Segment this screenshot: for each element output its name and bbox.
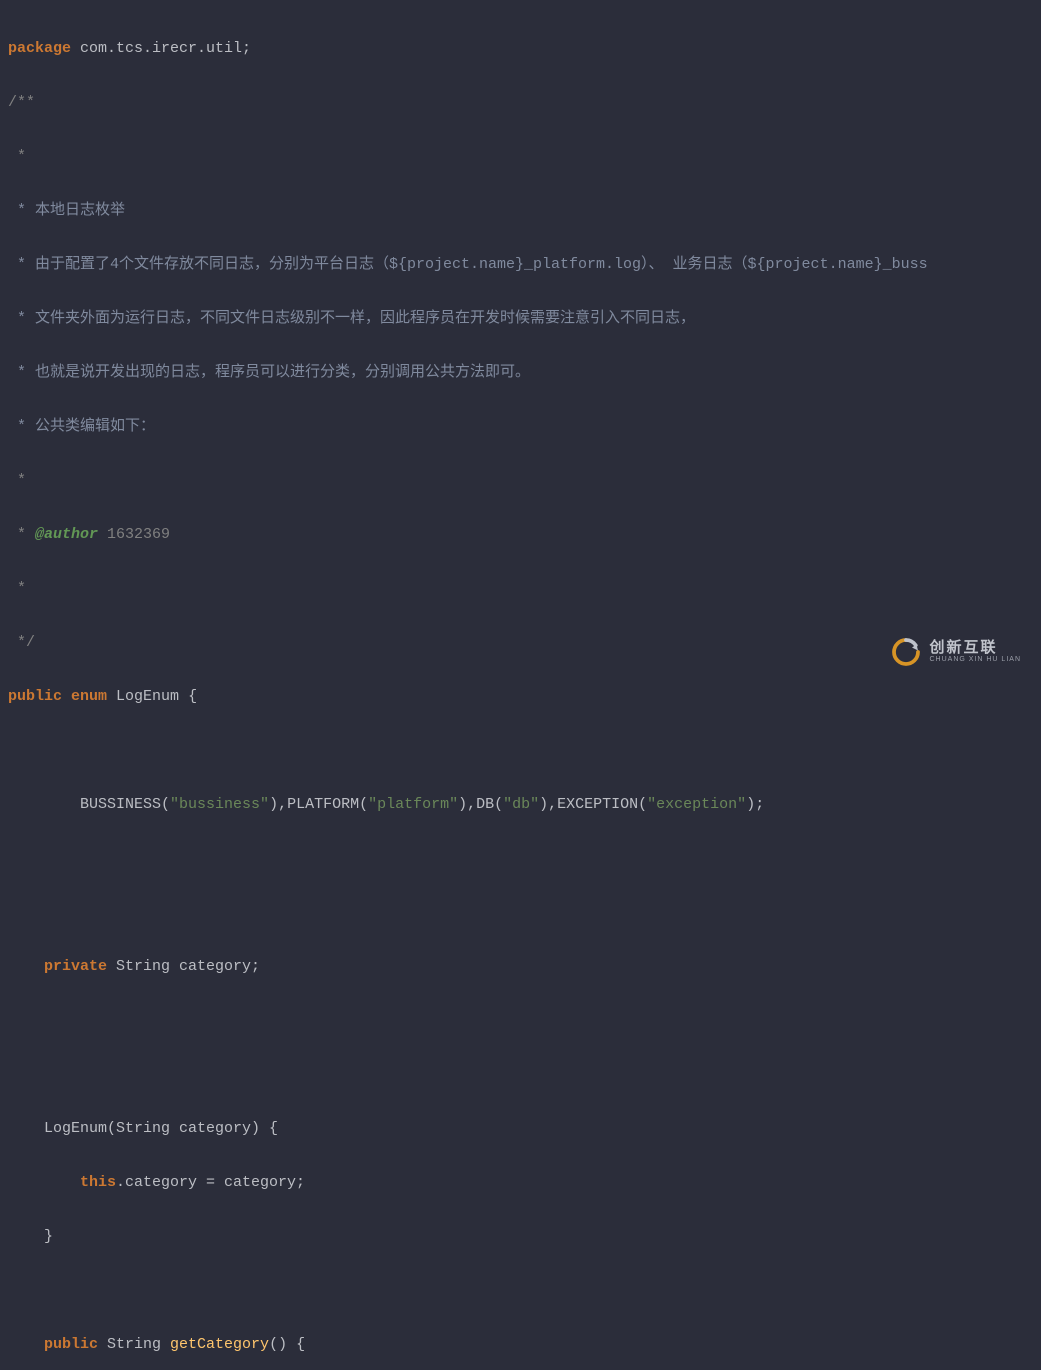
watermark-text: 创新互联 CHUANG XIN HU LIAN [929,640,1021,664]
method-params: () { [269,1336,305,1353]
comment-star: * [8,580,26,597]
code-line[interactable] [8,1061,1041,1088]
keyword-this: this [80,1174,116,1191]
enum-end: ); [746,796,764,813]
enum-constant: ),DB( [458,796,503,813]
enum-constant: BUSSINESS( [80,796,170,813]
comment-text: * 本地日志枚举 [8,202,125,219]
string-literal: "platform" [368,796,458,813]
keyword-public: public [8,688,62,705]
watermark: 创新互联 CHUANG XIN HU LIAN [891,637,1021,667]
string-literal: "exception" [647,796,746,813]
keyword-package: package [8,40,71,57]
enum-constant: ),EXCEPTION( [539,796,647,813]
code-line[interactable]: * @author 1632369 [8,521,1041,548]
code-line[interactable]: * 本地日志枚举 [8,197,1041,224]
comment-text: * 由于配置了4个文件存放不同日志，分别为平台日志（${project.name… [8,256,928,273]
code-line[interactable]: /** [8,89,1041,116]
code-line[interactable]: } [8,1223,1041,1250]
code-line[interactable]: */ [8,629,1041,656]
code-line[interactable]: * [8,143,1041,170]
code-line[interactable] [8,737,1041,764]
comment-block-open: /** [8,94,35,111]
comment-star: * [8,472,26,489]
keyword-enum: enum [71,688,107,705]
keyword-private: private [44,958,107,975]
comment-text: * 文件夹外面为运行日志，不同文件日志级别不一样，因此程序员在开发时候需要注意引… [8,310,695,327]
code-line[interactable]: this.category = category; [8,1169,1041,1196]
watermark-logo-icon [891,637,921,667]
code-line[interactable]: * 公共类编辑如下： [8,413,1041,440]
return-type: String [98,1336,170,1353]
comment-block-close: */ [8,634,35,651]
code-line[interactable]: LogEnum(String category) { [8,1115,1041,1142]
code-line[interactable]: * [8,467,1041,494]
enum-constant: ),PLATFORM( [269,796,368,813]
string-literal: "db" [503,796,539,813]
brace-close: } [44,1228,53,1245]
code-line[interactable]: * 由于配置了4个文件存放不同日志，分别为平台日志（${project.name… [8,251,1041,278]
comment-prefix: * [8,526,35,543]
brace-open: { [188,688,197,705]
code-line[interactable]: * 文件夹外面为运行日志，不同文件日志级别不一样，因此程序员在开发时候需要注意引… [8,305,1041,332]
code-line[interactable]: public enum LogEnum { [8,683,1041,710]
code-line[interactable]: private String category; [8,953,1041,980]
keyword-public: public [44,1336,98,1353]
assignment: .category = category; [116,1174,305,1191]
code-line[interactable] [8,1277,1041,1304]
string-literal: "bussiness" [170,796,269,813]
watermark-name-en: CHUANG XIN HU LIAN [929,656,1021,664]
doctag-author: @author [35,526,98,543]
package-path: com.tcs.irecr.util; [71,40,251,57]
field-declaration: String category; [107,958,260,975]
constructor-signature: LogEnum(String category) { [44,1120,278,1137]
code-line[interactable]: * 也就是说开发出现的日志，程序员可以进行分类，分别调用公共方法即可。 [8,359,1041,386]
comment-text: * 公共类编辑如下： [8,418,155,435]
comment-text: * 也就是说开发出现的日志，程序员可以进行分类，分别调用公共方法即可。 [8,364,530,381]
code-line[interactable] [8,1007,1041,1034]
author-value: 1632369 [98,526,170,543]
code-editor[interactable]: package com.tcs.irecr.util; /** * * 本地日志… [0,8,1041,1370]
code-line[interactable]: BUSSINESS("bussiness"),PLATFORM("platfor… [8,791,1041,818]
code-line[interactable]: package com.tcs.irecr.util; [8,35,1041,62]
code-line[interactable] [8,899,1041,926]
code-line[interactable] [8,845,1041,872]
code-line[interactable]: public String getCategory() { [8,1331,1041,1358]
code-line[interactable]: * [8,575,1041,602]
watermark-name-cn: 创新互联 [929,640,1021,657]
class-name: LogEnum [107,688,188,705]
method-name: getCategory [170,1336,269,1353]
comment-star: * [8,148,26,165]
